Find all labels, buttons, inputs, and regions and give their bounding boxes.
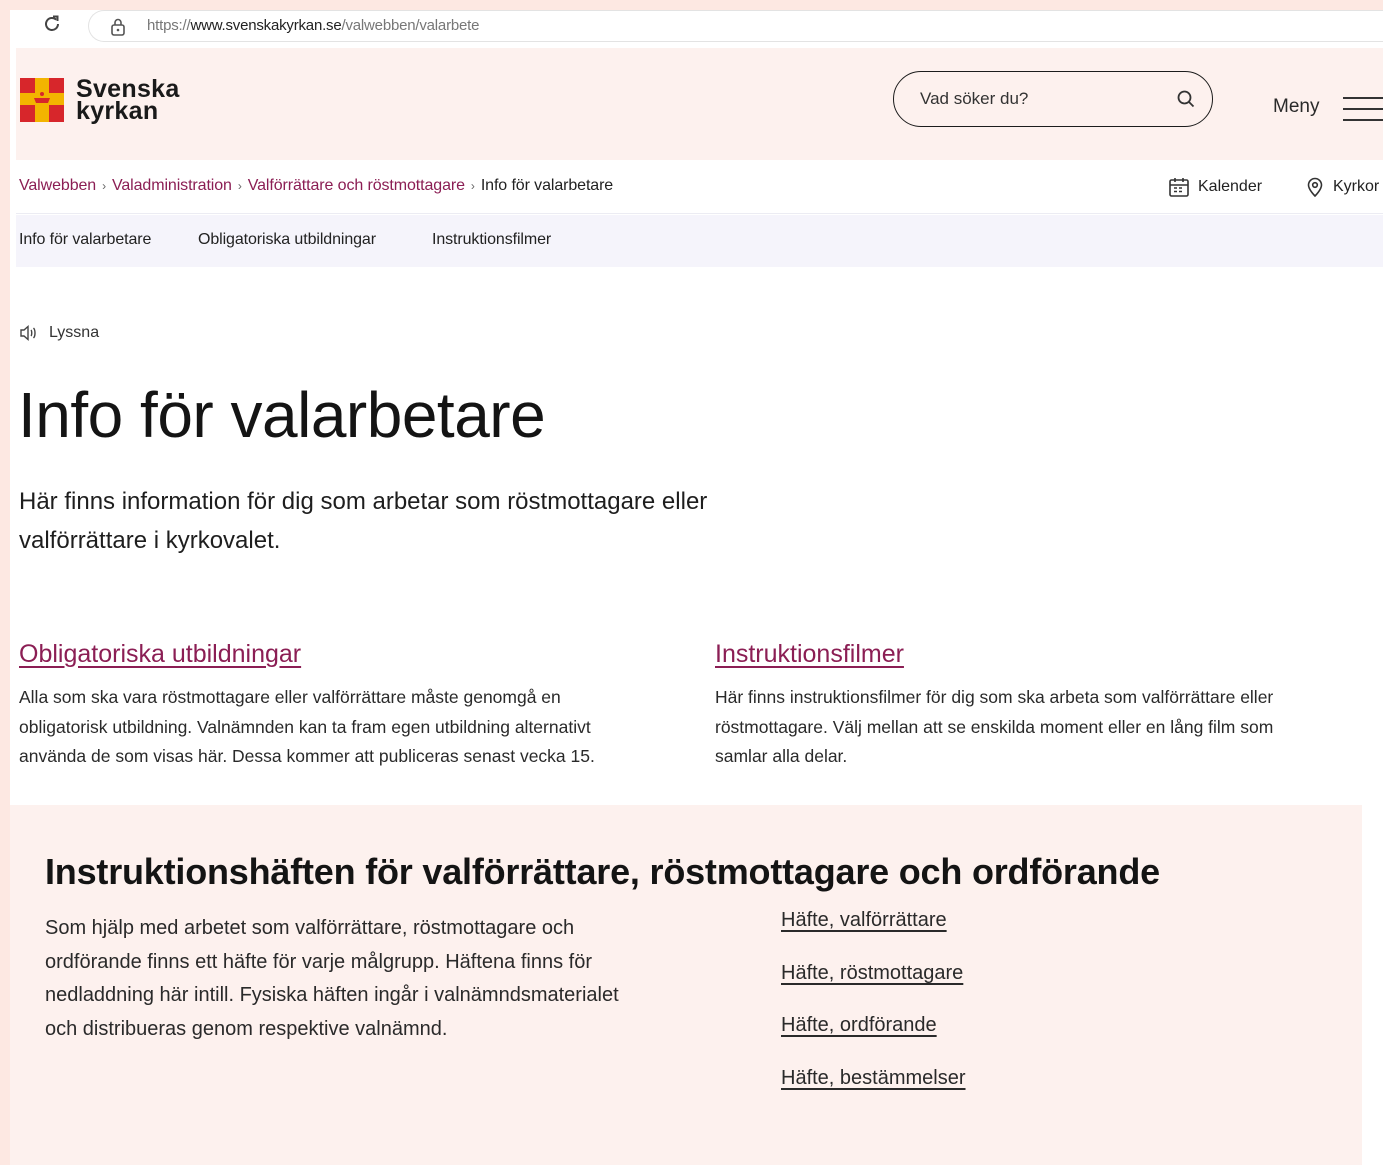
calendar-label: Kalender (1198, 178, 1263, 195)
search-icon[interactable] (1176, 89, 1196, 114)
card-line: Alla som ska vara röstmottagare eller va… (19, 687, 561, 707)
booklet-link-bestammelser[interactable]: Häfte, bestämmelser (781, 1067, 966, 1090)
card-body-utbildningar: Alla som ska vara röstmottagare eller va… (19, 683, 595, 772)
card-body-instruktionsfilmer: Här finns instruktionsfilmer för dig som… (715, 683, 1273, 772)
subnav-item-instruktionsfilmer[interactable]: Instruktionsfilmer (432, 231, 551, 249)
url-text: https://www.svenskakyrkan.se/valwebben/v… (147, 17, 480, 34)
booklets-line: ordförande finns ett häfte för varje mål… (45, 950, 592, 973)
calendar-link[interactable]: Kalender (1168, 176, 1262, 198)
browser-toolbar: https://www.svenskakyrkan.se/valwebben/v… (10, 10, 1383, 50)
calendar-icon (1169, 178, 1189, 197)
site-logo[interactable]: Svenska kyrkan (20, 77, 180, 125)
page-title: Info för valarbetare (18, 379, 546, 451)
subnav-item-utbildningar[interactable]: Obligatoriska utbildningar (198, 231, 376, 249)
card-line: använda de som visas här. Dessa kommer a… (19, 746, 595, 766)
booklet-link-valforrattare[interactable]: Häfte, valförrättare (781, 909, 947, 932)
booklets-line: nedladdning här intill. Fysiska häften i… (45, 984, 619, 1006)
breadcrumb-separator: › (237, 179, 242, 193)
listen-button[interactable]: Lyssna (19, 324, 99, 342)
booklets-section: Instruktionshäften för valförrättare, rö… (10, 805, 1362, 1165)
church-cross-logo-icon (20, 78, 64, 122)
speaker-icon (20, 324, 36, 342)
breadcrumb-current: Info för valarbetare (480, 177, 614, 194)
hamburger-icon[interactable] (1342, 96, 1383, 127)
card-line: röstmottagare. Välj mellan att se enskil… (715, 716, 1274, 737)
card-line: obligatorisk utbildning. Valnämnden kan … (19, 716, 591, 737)
breadcrumb-link[interactable]: Valwebben (19, 177, 96, 194)
booklet-link-rostmottagare[interactable]: Häfte, röstmottagare (781, 962, 963, 985)
location-pin-icon (1307, 177, 1323, 198)
subnav-item-info[interactable]: Info för valarbetare (19, 231, 151, 249)
reload-icon[interactable] (40, 12, 64, 36)
logo-text-line2: kyrkan (76, 97, 159, 125)
listen-label: Lyssna (49, 324, 100, 341)
site-header: Svenska kyrkan Vad söker du? Meny (16, 48, 1383, 160)
booklets-line: Som hjälp med arbetet som valförrättare,… (45, 917, 575, 939)
location-link[interactable]: Kyrkor (1305, 176, 1379, 198)
booklets-line: och distribueras genom respektive valnäm… (45, 1017, 448, 1040)
lock-icon[interactable] (109, 17, 127, 42)
card-line: samlar alla delar. (715, 746, 848, 766)
search-field[interactable]: Vad söker du? (893, 71, 1213, 127)
search-input[interactable]: Vad söker du? (920, 89, 1028, 109)
card-title-utbildningar[interactable]: Obligatoriska utbildningar (19, 640, 301, 669)
breadcrumb-link[interactable]: Valförrättare och röstmottagare (248, 177, 465, 194)
address-bar[interactable]: https://www.svenskakyrkan.se/valwebben/v… (88, 10, 1383, 42)
breadcrumb-link[interactable]: Valadministration (112, 177, 232, 194)
booklets-heading: Instruktionshäften för valförrättare, rö… (45, 851, 1160, 892)
menu-button-label[interactable]: Meny (1273, 96, 1319, 118)
sub-navigation: Info för valarbetare Obligatoriska utbil… (16, 215, 1383, 267)
breadcrumb: Valwebben › Valadministration › Valförrättar… (19, 177, 613, 195)
breadcrumb-separator: › (102, 179, 106, 193)
location-label: Kyrkor (1333, 178, 1380, 195)
booklets-description: Som hjälp med arbetet som valförrättare,… (45, 912, 705, 1046)
page-frame: https://www.svenskakyrkan.se/valwebben/v… (10, 10, 1383, 1165)
intro-text: Här finns information för dig som arbeta… (19, 482, 819, 560)
intro-line: Här finns information för dig som arbeta… (19, 488, 708, 515)
breadcrumb-bar: Valwebben › Valadministration › Valförrättar… (16, 160, 1383, 214)
card-line: Här finns instruktionsfilmer för dig som… (715, 687, 1274, 707)
breadcrumb-separator: › (470, 179, 475, 193)
card-title-instruktionsfilmer[interactable]: Instruktionsfilmer (715, 640, 904, 669)
booklet-link-ordforande[interactable]: Häfte, ordförande (781, 1014, 937, 1037)
intro-line: valförrättare i kyrkovalet. (19, 527, 281, 554)
